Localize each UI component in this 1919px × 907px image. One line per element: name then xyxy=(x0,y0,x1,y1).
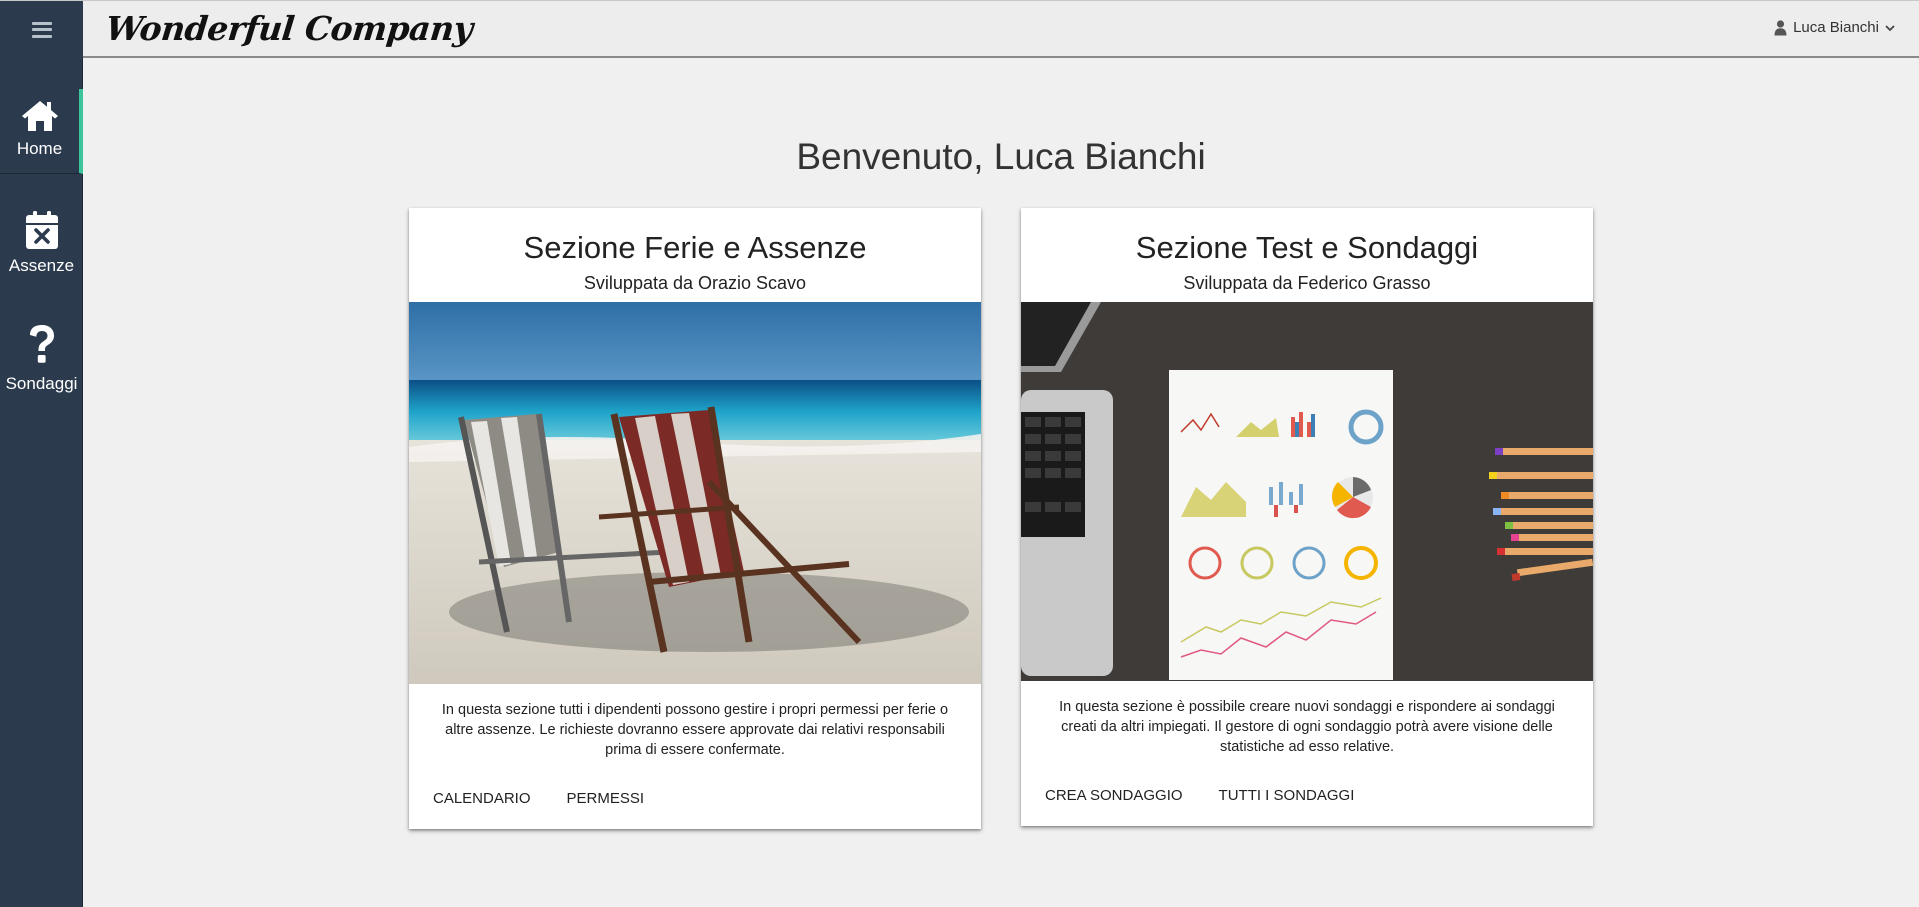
card-title: Sezione Ferie e Assenze xyxy=(523,230,867,265)
card-description: In questa sezione tutti i dipendenti pos… xyxy=(441,702,949,758)
sidebar-item-assenze[interactable]: Assenze xyxy=(0,210,83,296)
hamburger-icon xyxy=(31,21,52,38)
calendar-x-icon xyxy=(25,211,58,249)
page-title: Benvenuto, Luca Bianchi xyxy=(796,136,1206,177)
crea-sondaggio-button[interactable]: CREA SONDAGGIO xyxy=(1035,781,1193,810)
card-description: In questa sezione è possibile creare nuo… xyxy=(1059,699,1555,755)
card-test-sondaggi: Sezione Test e Sondaggi Sviluppata da Fe… xyxy=(1021,208,1593,826)
home-icon xyxy=(21,101,58,131)
sidebar-item-sondaggi[interactable]: Sondaggi xyxy=(0,324,83,410)
user-menu[interactable]: Luca Bianchi xyxy=(1774,19,1895,36)
user-name: Luca Bianchi xyxy=(1793,19,1879,36)
beach-chairs-image xyxy=(409,302,981,684)
sidebar-item-home[interactable]: Home xyxy=(0,89,83,174)
chevron-down-icon xyxy=(1885,24,1895,31)
sidebar-item-label: Home xyxy=(16,139,63,158)
permessi-button[interactable]: PERMESSI xyxy=(557,784,655,813)
tutti-i-sondaggi-button[interactable]: TUTTI I SONDAGGI xyxy=(1209,781,1365,810)
desk-charts-image xyxy=(1021,302,1593,681)
calendario-button[interactable]: CALENDARIO xyxy=(423,784,541,813)
card-actions: CREA SONDAGGIO TUTTI I SONDAGGI xyxy=(1021,757,1593,826)
card-title: Sezione Test e Sondaggi xyxy=(1135,230,1479,265)
card-actions: CALENDARIO PERMESSI xyxy=(409,760,981,829)
card-subtitle: Sviluppata da Orazio Scavo xyxy=(583,273,807,293)
top-bar: Wonderful Company Luca Bianchi xyxy=(0,0,1919,58)
card-subtitle: Sviluppata da Federico Grasso xyxy=(1183,273,1431,293)
card-ferie-assenze: Sezione Ferie e Assenze Sviluppata da Or… xyxy=(409,208,981,829)
sidebar-item-label: Assenze xyxy=(8,256,75,275)
user-icon xyxy=(1774,19,1787,35)
sidebar: Home Assenze Sondaggi xyxy=(0,58,83,907)
sidebar-item-label: Sondaggi xyxy=(5,374,78,393)
brand-logo[interactable]: Wonderful Company xyxy=(104,9,474,48)
hamburger-menu-button[interactable] xyxy=(0,1,83,58)
question-icon xyxy=(29,325,54,363)
